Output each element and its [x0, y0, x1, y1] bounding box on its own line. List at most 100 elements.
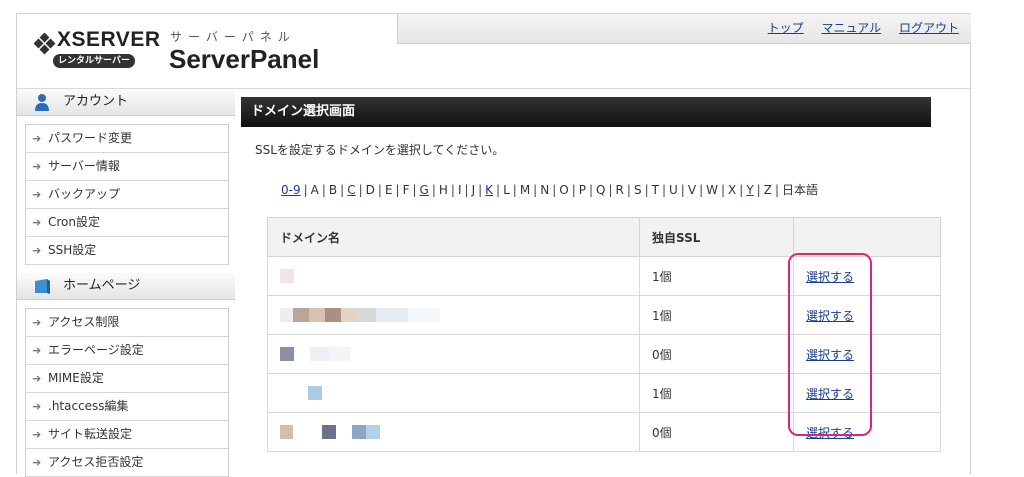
- sidebar-item-label: サーバー情報: [48, 159, 120, 173]
- alpha-separator: |: [303, 183, 308, 197]
- sidebar-section-account: アカウント: [17, 89, 235, 116]
- sidebar-item-error-page[interactable]: ➜ エラーページ設定: [26, 337, 228, 365]
- sidebar-item-password[interactable]: ➜ パスワード変更: [26, 125, 228, 153]
- alpha-index-link[interactable]: Y: [746, 183, 753, 197]
- alpha-index-link[interactable]: G: [420, 183, 429, 197]
- nav-logout-link[interactable]: ログアウト: [899, 21, 959, 35]
- ssl-count-cell: 1個: [639, 373, 794, 413]
- alpha-index-label: L: [503, 183, 510, 197]
- alpha-index-link[interactable]: 0-9: [281, 183, 301, 197]
- sidebar-item-label: エラーページ設定: [48, 343, 144, 357]
- select-domain-link[interactable]: 選択する: [806, 270, 854, 284]
- alpha-index-label: N: [540, 183, 550, 197]
- select-domain-link[interactable]: 選択する: [806, 348, 854, 362]
- alpha-index-label: M: [519, 183, 531, 197]
- arrow-icon: ➜: [32, 456, 42, 469]
- panel-kana: サーバーパネル: [170, 30, 296, 44]
- select-domain-link[interactable]: 選択する: [806, 387, 854, 401]
- sidebar-item-label: アクセス拒否設定: [48, 455, 144, 469]
- alpha-separator: |: [431, 183, 436, 197]
- alpha-index-label: A: [310, 183, 319, 197]
- alphabet-index: 0-9 | A | B | C | D | E | F | G | H | I | J | K | L | M | N | O | P | Q | R |…: [281, 181, 931, 198]
- sidebar-item-label: アクセス制限: [48, 315, 120, 329]
- alpha-separator: |: [552, 183, 557, 197]
- action-cell: 選択する: [793, 334, 941, 374]
- sidebar-item-access-deny[interactable]: ➜ アクセス拒否設定: [26, 449, 228, 477]
- alpha-index-link[interactable]: C: [347, 183, 355, 197]
- redacted-domain: [280, 308, 440, 323]
- header: XSERVER レンタルサーバー サーバーパネル ServerPanel トップ…: [17, 14, 971, 89]
- top-nav-bar: トップ マニュアル ログアウト: [397, 14, 971, 44]
- sidebar-item-label: Cron設定: [48, 215, 100, 229]
- sidebar-item-mime[interactable]: ➜ MIME設定: [26, 365, 228, 393]
- arrow-icon: ➜: [32, 400, 42, 413]
- action-cell: 選択する: [793, 295, 941, 335]
- arrow-icon: ➜: [32, 316, 42, 329]
- nav-manual-link[interactable]: マニュアル: [822, 21, 882, 35]
- alpha-separator: |: [496, 183, 501, 197]
- table-row: 0個 選択する: [267, 334, 941, 374]
- nav-top-link[interactable]: トップ: [768, 21, 804, 35]
- homepage-menu: ➜ アクセス制限 ➜ エラーページ設定 ➜ MIME設定 ➜ .htaccess編集 ➜…: [25, 308, 229, 477]
- alpha-separator: |: [661, 183, 666, 197]
- logo-area: XSERVER レンタルサーバー サーバーパネル ServerPanel: [17, 14, 397, 88]
- sidebar-item-site-forwarding[interactable]: ➜ サイト転送設定: [26, 421, 228, 449]
- alpha-index-label: D: [365, 183, 375, 197]
- table-header-row: ドメイン名 独自SSL: [267, 217, 941, 257]
- alpha-separator: |: [377, 183, 382, 197]
- domain-name-cell: [267, 334, 640, 374]
- action-cell: 選択する: [793, 373, 941, 413]
- redacted-domain: [280, 269, 294, 284]
- alpha-index-label: J: [471, 183, 476, 197]
- alpha-index-link[interactable]: K: [485, 183, 493, 197]
- action-cell: 選択する: [793, 412, 941, 452]
- alpha-index-label: B: [328, 183, 338, 197]
- account-menu: ➜ パスワード変更 ➜ サーバー情報 ➜ バックアップ ➜ Cron設定 ➜ SSH設定: [25, 124, 229, 265]
- alpha-index-label: O: [559, 183, 569, 197]
- arrow-icon: ➜: [32, 344, 42, 357]
- sidebar-item-ssh[interactable]: ➜ SSH設定: [26, 237, 228, 265]
- sidebar-item-server-info[interactable]: ➜ サーバー情報: [26, 153, 228, 181]
- alpha-separator: |: [358, 183, 363, 197]
- sidebar-item-label: パスワード変更: [48, 131, 133, 145]
- arrow-icon: ➜: [32, 216, 42, 229]
- alpha-index-label: Q: [596, 183, 606, 197]
- select-domain-link[interactable]: 選択する: [806, 426, 854, 440]
- sidebar-item-access-restriction[interactable]: ➜ アクセス制限: [26, 309, 228, 337]
- sidebar-item-cron[interactable]: ➜ Cron設定: [26, 209, 228, 237]
- alpha-index-label: W: [706, 183, 718, 197]
- domain-name-cell: [267, 295, 640, 335]
- select-domain-link[interactable]: 選択する: [806, 309, 854, 323]
- sidebar-item-backup[interactable]: ➜ バックアップ: [26, 181, 228, 209]
- alpha-index-label: U: [669, 183, 678, 197]
- sidebar-item-label: バックアップ: [48, 187, 121, 201]
- column-domain-name: ドメイン名: [267, 217, 640, 257]
- redacted-domain: [280, 347, 380, 362]
- alpha-index-label: Z: [763, 183, 772, 197]
- alpha-separator: |: [739, 183, 744, 197]
- page-title: ドメイン選択画面: [241, 97, 931, 127]
- sidebar-item-htaccess[interactable]: ➜ .htaccess編集: [26, 393, 228, 421]
- alpha-separator: |: [644, 183, 649, 197]
- domain-name-cell: [267, 373, 640, 413]
- alpha-separator: |: [589, 183, 594, 197]
- table-row: 1個 選択する: [267, 256, 941, 296]
- arrow-icon: ➜: [32, 188, 42, 201]
- arrow-icon: ➜: [32, 160, 42, 173]
- arrow-icon: ➜: [32, 244, 42, 257]
- column-action: [793, 217, 941, 257]
- alpha-separator: |: [608, 183, 613, 197]
- alpha-separator: |: [478, 183, 483, 197]
- top-nav: トップ マニュアル ログアウト: [754, 19, 959, 36]
- domain-name-cell: [267, 256, 640, 296]
- alpha-separator: |: [720, 183, 726, 197]
- alpha-index-label: H: [438, 183, 448, 197]
- arrow-icon: ➜: [32, 428, 42, 441]
- alpha-separator: |: [450, 183, 455, 197]
- alpha-separator: |: [571, 183, 576, 197]
- alpha-index-label: X: [728, 183, 737, 197]
- alpha-separator: |: [626, 183, 631, 197]
- alpha-index-label: R: [615, 183, 624, 197]
- ssl-count-cell: 1個: [639, 295, 794, 335]
- action-cell: 選択する: [793, 256, 941, 296]
